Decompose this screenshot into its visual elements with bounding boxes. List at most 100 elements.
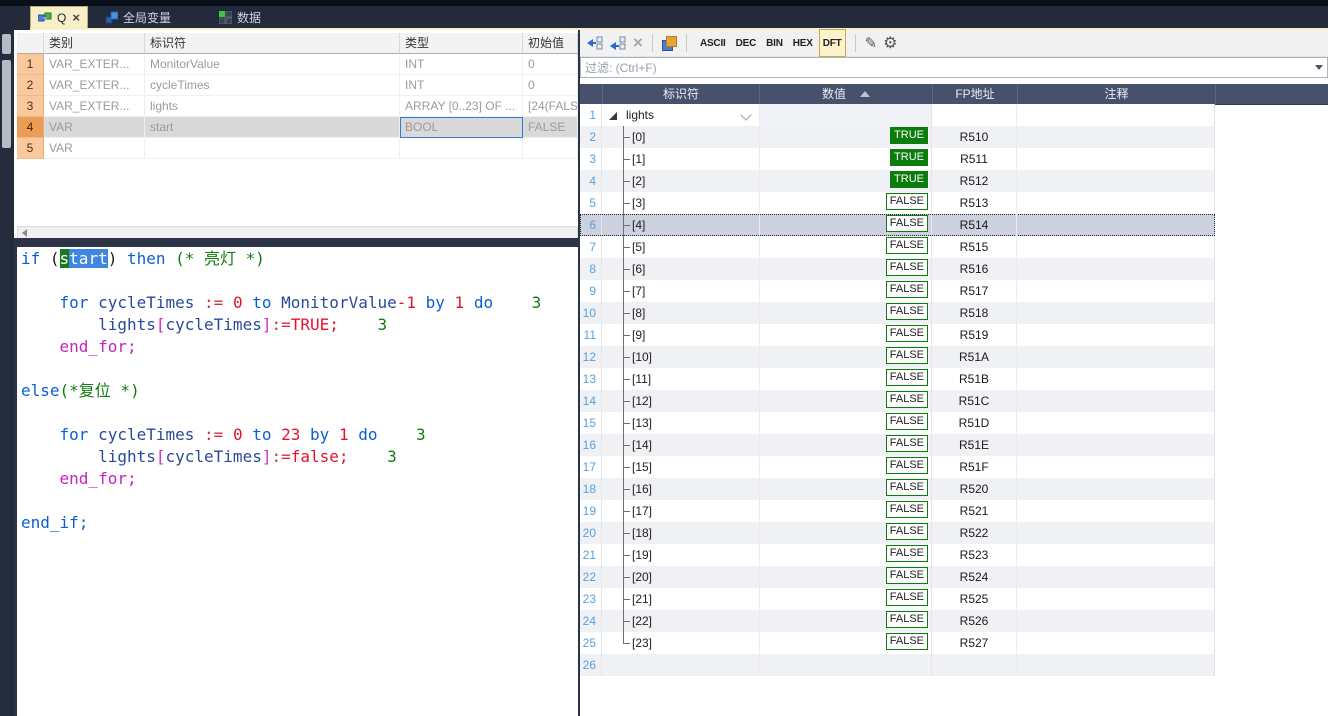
initial-value-cell[interactable]: 0 — [523, 54, 578, 75]
identifier-cell[interactable]: [1] — [602, 148, 759, 170]
comment-cell[interactable] — [1017, 280, 1215, 302]
format-button-dec[interactable]: DEC — [732, 29, 761, 57]
type-cell[interactable]: BOOL — [400, 117, 523, 138]
value-cell[interactable]: TRUE — [759, 148, 932, 170]
comment-cell[interactable] — [1017, 478, 1215, 500]
insert-variable-alt-icon[interactable] — [610, 33, 627, 53]
value-cell[interactable]: FALSE — [759, 500, 932, 522]
value-cell[interactable]: FALSE — [759, 456, 932, 478]
scroll-left-button[interactable] — [18, 227, 31, 238]
watch-row[interactable]: 11[9]FALSER519 — [580, 324, 1215, 346]
value-badge[interactable]: FALSE — [886, 193, 928, 210]
collapsed-panel-handle[interactable] — [2, 60, 11, 148]
watch-row[interactable]: 17[15]FALSER51F — [580, 456, 1215, 478]
comment-cell[interactable] — [1017, 368, 1215, 390]
value-badge[interactable]: FALSE — [886, 567, 928, 584]
comment-cell[interactable] — [1017, 170, 1215, 192]
tab-global-variables[interactable]: 全局变量 — [98, 6, 178, 28]
watch-row[interactable]: 23[21]FALSER525 — [580, 588, 1215, 610]
value-cell[interactable]: FALSE — [759, 522, 932, 544]
filter-input[interactable] — [580, 57, 1328, 78]
value-cell[interactable]: FALSE — [759, 588, 932, 610]
identifier-cell[interactable]: lights — [602, 104, 759, 126]
value-badge[interactable]: FALSE — [886, 391, 928, 408]
variable-row[interactable]: 2VAR_EXTER...cycleTimesINT0 — [17, 75, 578, 96]
comment-cell[interactable] — [1017, 258, 1215, 280]
watch-row[interactable]: 20[18]FALSER522 — [580, 522, 1215, 544]
value-badge[interactable]: FALSE — [886, 347, 928, 364]
identifier-cell[interactable]: [8] — [602, 302, 759, 324]
watch-row[interactable]: 7[5]FALSER515 — [580, 236, 1215, 258]
value-cell[interactable]: FALSE — [759, 346, 932, 368]
column-header-fp-address[interactable]: FP地址 — [932, 84, 1017, 104]
comment-cell[interactable] — [1017, 654, 1215, 676]
value-cell[interactable]: FALSE — [759, 632, 932, 654]
close-icon[interactable]: × — [72, 10, 80, 25]
watch-row[interactable]: 15[13]FALSER51D — [580, 412, 1215, 434]
column-header-type[interactable]: 类型 — [400, 33, 523, 54]
type-cell[interactable]: INT — [400, 54, 523, 75]
watch-row[interactable]: 5[3]FALSER513 — [580, 192, 1215, 214]
comment-cell[interactable] — [1017, 566, 1215, 588]
identifier-cell[interactable]: [15] — [602, 456, 759, 478]
column-header-value[interactable]: 数值 — [759, 84, 932, 104]
watch-row[interactable]: 14[12]FALSER51C — [580, 390, 1215, 412]
format-button-dft[interactable]: DFT — [819, 29, 846, 57]
comment-cell[interactable] — [1017, 456, 1215, 478]
panel-splitter[interactable] — [14, 238, 578, 247]
identifier-cell[interactable]: start — [145, 117, 400, 138]
comment-cell[interactable] — [1017, 500, 1215, 522]
comment-cell[interactable] — [1017, 390, 1215, 412]
value-badge[interactable]: FALSE — [886, 259, 928, 276]
watch-row[interactable]: 10[8]FALSER518 — [580, 302, 1215, 324]
column-header-category[interactable]: 类别 — [44, 33, 145, 54]
value-badge[interactable]: FALSE — [886, 545, 928, 562]
identifier-cell[interactable] — [602, 654, 759, 676]
comment-cell[interactable] — [1017, 434, 1215, 456]
value-cell[interactable]: TRUE — [759, 170, 932, 192]
value-cell[interactable]: FALSE — [759, 280, 932, 302]
comment-cell[interactable] — [1017, 412, 1215, 434]
column-header-comment[interactable]: 注释 — [1017, 84, 1215, 104]
identifier-cell[interactable]: cycleTimes — [145, 75, 400, 96]
comment-cell[interactable] — [1017, 324, 1215, 346]
watch-row[interactable]: 22[20]FALSER524 — [580, 566, 1215, 588]
value-cell[interactable] — [759, 654, 932, 676]
value-cell[interactable]: FALSE — [759, 610, 932, 632]
value-badge[interactable]: FALSE — [886, 215, 928, 232]
identifier-cell[interactable]: [17] — [602, 500, 759, 522]
identifier-cell[interactable]: [14] — [602, 434, 759, 456]
identifier-cell[interactable]: [23] — [602, 632, 759, 654]
value-badge[interactable]: FALSE — [886, 435, 928, 452]
category-cell[interactable]: VAR_EXTER... — [44, 54, 145, 75]
value-badge[interactable]: FALSE — [886, 589, 928, 606]
value-cell[interactable]: FALSE — [759, 302, 932, 324]
comment-cell[interactable] — [1017, 148, 1215, 170]
comment-cell[interactable] — [1017, 632, 1215, 654]
format-button-bin[interactable]: BIN — [762, 29, 787, 57]
cascade-icon[interactable] — [662, 33, 677, 53]
watch-row[interactable]: 4[2]TRUER512 — [580, 170, 1215, 192]
identifier-cell[interactable]: [0] — [602, 126, 759, 148]
chevron-down-icon[interactable] — [740, 109, 751, 120]
watch-row[interactable]: 25[23]FALSER527 — [580, 632, 1215, 654]
collapsed-panel-handle[interactable] — [2, 34, 11, 54]
comment-cell[interactable] — [1017, 588, 1215, 610]
identifier-cell[interactable]: [5] — [602, 236, 759, 258]
value-cell[interactable]: FALSE — [759, 192, 932, 214]
value-cell[interactable]: FALSE — [759, 544, 932, 566]
identifier-cell[interactable]: [12] — [602, 390, 759, 412]
value-badge[interactable]: FALSE — [886, 501, 928, 518]
value-cell[interactable]: FALSE — [759, 412, 932, 434]
identifier-cell[interactable]: [16] — [602, 478, 759, 500]
watch-row[interactable]: 16[14]FALSER51E — [580, 434, 1215, 456]
tab-data[interactable]: 数据 — [212, 6, 268, 28]
comment-cell[interactable] — [1017, 544, 1215, 566]
watch-row[interactable]: 21[19]FALSER523 — [580, 544, 1215, 566]
identifier-cell[interactable]: [3] — [602, 192, 759, 214]
identifier-cell[interactable]: [11] — [602, 368, 759, 390]
initial-value-cell[interactable]: 0 — [523, 75, 578, 96]
value-badge[interactable]: TRUE — [890, 171, 928, 188]
settings-gear-icon[interactable]: ⚙ — [883, 33, 897, 53]
watch-row[interactable]: 3[1]TRUER511 — [580, 148, 1215, 170]
